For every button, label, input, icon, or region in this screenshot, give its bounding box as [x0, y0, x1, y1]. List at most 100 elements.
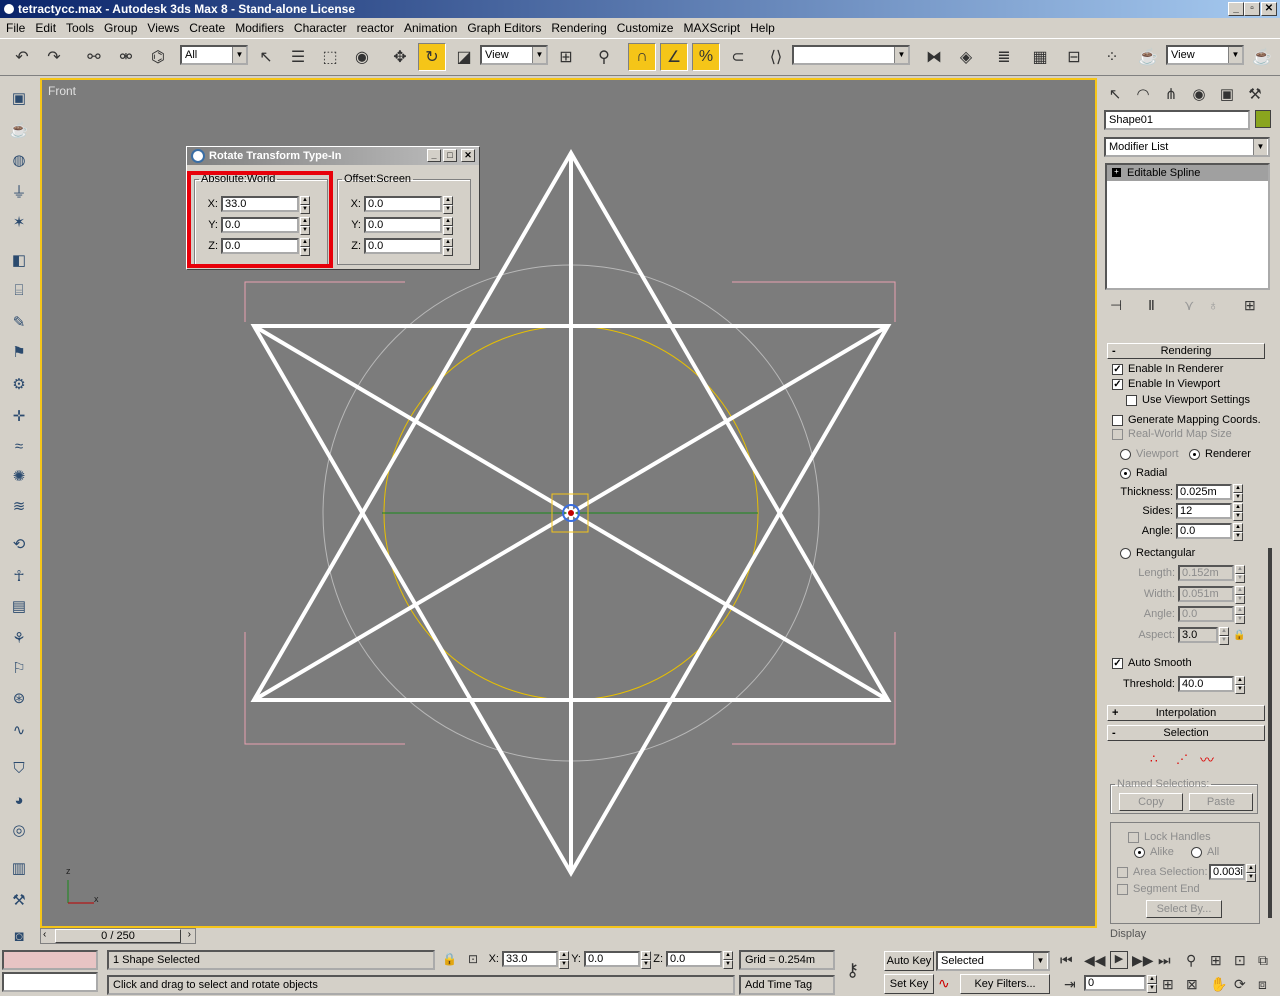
thickness-spinner[interactable]: ▲ ▼: [1233, 484, 1243, 502]
space-warp-icon[interactable]: ≈: [6, 434, 32, 460]
orbit-icon[interactable]: ⟳: [1234, 976, 1246, 993]
close-button[interactable]: ✕: [1261, 2, 1277, 16]
real-world-map-checkbox[interactable]: Real-World Map Size: [1112, 428, 1232, 440]
panel-scrollbar[interactable]: [1268, 548, 1272, 918]
utilities-tab-icon[interactable]: ⚒: [1242, 82, 1268, 108]
motion-tab-icon[interactable]: ◉: [1186, 82, 1212, 108]
width-spinner[interactable]: ▲ ▼: [1235, 586, 1245, 604]
menu-reactor[interactable]: reactor: [353, 21, 398, 35]
minimize-button[interactable]: _: [1228, 2, 1244, 16]
alike-radio[interactable]: Alike: [1134, 846, 1174, 858]
material-editor-icon[interactable]: ⁘: [1098, 43, 1126, 71]
tool-icon[interactable]: ⚒: [6, 888, 32, 914]
play-icon[interactable]: ▶: [1110, 951, 1128, 969]
spinner-snap-icon[interactable]: ⊂: [724, 43, 752, 71]
layer-manager-icon[interactable]: ≣: [990, 43, 1018, 71]
segment-end-checkbox[interactable]: Segment End: [1117, 883, 1200, 895]
hair-icon[interactable]: ⚘: [6, 626, 32, 652]
angle-input[interactable]: 0.0: [1176, 523, 1232, 539]
sides-spinner[interactable]: ▲ ▼: [1233, 503, 1243, 521]
coord-x-spinner[interactable]: ▲ ▼: [559, 951, 569, 969]
key-icon[interactable]: ⚷: [846, 960, 859, 981]
zoom-extents-icon[interactable]: ⊡: [1234, 952, 1246, 969]
make-unique-icon[interactable]: ⋎: [1184, 297, 1194, 314]
window-crossing-icon[interactable]: ◉: [348, 43, 376, 71]
auto-smooth-checkbox[interactable]: ✓ Auto Smooth: [1112, 657, 1192, 669]
snap-toggle-icon[interactable]: ∩: [628, 43, 656, 71]
maxscript-listener-top[interactable]: [2, 950, 98, 970]
offset-z-input[interactable]: 0.0: [364, 238, 442, 254]
zoom-extents-all-icon[interactable]: ⧉: [1258, 952, 1268, 969]
named-selection-dropdown[interactable]: ▼: [792, 45, 910, 65]
hierarchy-tab-icon[interactable]: ⋔: [1158, 82, 1184, 108]
box-icon[interactable]: ◧: [6, 248, 32, 274]
plane-icon[interactable]: ⏚: [6, 180, 32, 206]
menu-rendering[interactable]: Rendering: [547, 21, 610, 35]
use-viewport-settings-checkbox[interactable]: Use Viewport Settings: [1126, 394, 1250, 406]
menu-modifiers[interactable]: Modifiers: [231, 21, 288, 35]
maxscript-listener-bottom[interactable]: [2, 972, 98, 992]
swirl-icon[interactable]: ◎: [6, 818, 32, 844]
expand-icon[interactable]: +: [1112, 168, 1121, 177]
angle-spinner[interactable]: ▲ ▼: [1233, 523, 1243, 541]
angle2-input[interactable]: 0.0: [1178, 606, 1234, 622]
menu-views[interactable]: Views: [143, 21, 183, 35]
selection-rollout-header[interactable]: - Selection: [1107, 725, 1265, 741]
spline-mode-icon[interactable]: 〰: [1200, 750, 1214, 770]
select-by-button[interactable]: Select By...: [1146, 900, 1222, 918]
lock-handles-checkbox[interactable]: Lock Handles: [1128, 831, 1211, 843]
move-icon[interactable]: ✥: [386, 43, 414, 71]
offset-x-input[interactable]: 0.0: [364, 196, 442, 212]
vertex-mode-icon[interactable]: ∴: [1150, 752, 1158, 766]
renderer-radio[interactable]: Renderer: [1189, 448, 1251, 460]
rectangular-radio[interactable]: Rectangular: [1120, 547, 1195, 559]
length-spinner[interactable]: ▲ ▼: [1235, 565, 1245, 583]
menu-file[interactable]: File: [2, 21, 29, 35]
object-color-swatch[interactable]: [1255, 110, 1271, 128]
pin-stack-icon[interactable]: ⊣: [1110, 297, 1122, 314]
bone-icon[interactable]: ⟲: [6, 532, 32, 558]
biped-icon[interactable]: ☥: [6, 564, 32, 590]
goto-end-icon[interactable]: ⏭: [1158, 952, 1171, 969]
lock-selection-icon[interactable]: 🔒: [442, 952, 457, 966]
scale-icon[interactable]: ◪: [450, 43, 478, 71]
angle2-spinner[interactable]: ▲ ▼: [1235, 606, 1245, 624]
menu-help[interactable]: Help: [746, 21, 779, 35]
selection-filter-dropdown[interactable]: All ▼: [180, 45, 248, 65]
angle-snap-icon[interactable]: ∠: [660, 43, 688, 71]
render-scene-icon[interactable]: ☕: [1134, 43, 1162, 71]
configure-sets-icon[interactable]: ⊞: [1244, 297, 1256, 314]
offset-z-spinner[interactable]: ▲ ▼: [443, 238, 453, 256]
offset-y-input[interactable]: 0.0: [364, 217, 442, 233]
mirror-icon[interactable]: ⧓: [920, 43, 948, 71]
teapot-icon[interactable]: ☕: [6, 118, 32, 144]
coord-x-input[interactable]: 33.0: [502, 951, 558, 967]
dialog-title-bar[interactable]: Rotate Transform Type-In _ □ ✕: [187, 147, 479, 165]
segment-mode-icon[interactable]: ⋰: [1176, 752, 1188, 766]
coord-z-spinner[interactable]: ▲ ▼: [723, 951, 733, 969]
current-frame-input[interactable]: 0: [1084, 975, 1146, 991]
area-selection-checkbox[interactable]: Area Selection:: [1117, 866, 1208, 878]
percent-snap-icon[interactable]: %: [692, 43, 720, 71]
length-input[interactable]: 0.152m: [1178, 565, 1234, 581]
curve-editor-icon[interactable]: ▦: [1026, 43, 1054, 71]
time-config-icon[interactable]: ⊞: [1162, 976, 1174, 993]
generate-mapping-checkbox[interactable]: Generate Mapping Coords.: [1112, 414, 1261, 426]
current-frame-spinner[interactable]: ▲ ▼: [1147, 975, 1157, 993]
coord-z-input[interactable]: 0.0: [666, 951, 722, 967]
zoom-icon[interactable]: ⚲: [1186, 952, 1196, 969]
tshirt-icon[interactable]: ⛉: [6, 756, 32, 782]
stack-item-editable-spline[interactable]: + Editable Spline: [1107, 165, 1268, 181]
rectangular-selection-icon[interactable]: ⬚: [316, 43, 344, 71]
copy-button[interactable]: Copy: [1119, 793, 1183, 811]
auto-key-button[interactable]: Auto Key: [884, 951, 934, 971]
remove-modifier-icon[interactable]: ♁: [1208, 297, 1219, 313]
reference-coordinate-dropdown[interactable]: View ▼: [480, 45, 548, 65]
redo-icon[interactable]: ↷: [40, 43, 68, 71]
area-selection-input[interactable]: 0.003i: [1209, 864, 1245, 880]
schematic-view-icon[interactable]: ⊟: [1060, 43, 1088, 71]
wave-icon[interactable]: ≋: [6, 494, 32, 520]
brush-icon[interactable]: ✎: [6, 310, 32, 336]
undo-icon[interactable]: ↶: [8, 43, 36, 71]
manipulate-icon[interactable]: ⚲: [590, 43, 618, 71]
